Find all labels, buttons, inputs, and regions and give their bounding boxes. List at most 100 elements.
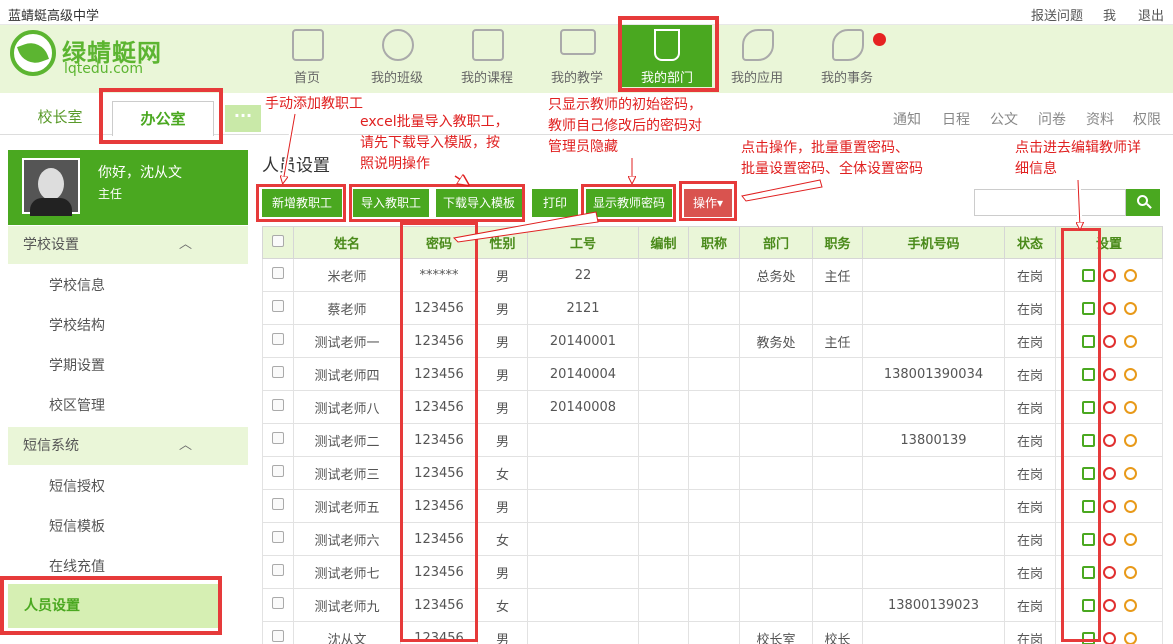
row-checkbox[interactable] [272,597,284,609]
dragonfly-logo-icon[interactable] [10,30,56,76]
row-select-cell[interactable] [262,258,294,292]
row-checkbox[interactable] [272,366,284,378]
nav-my-courses[interactable]: 我的课程 [442,25,532,87]
avatar[interactable] [22,158,80,216]
row-select-cell[interactable] [262,621,294,644]
operations-dropdown-button[interactable]: 操作▾ [684,189,732,217]
delete-icon[interactable] [1102,400,1116,414]
sidebar-item-sms-template[interactable]: 短信模板 [8,507,248,547]
delete-icon[interactable] [1102,334,1116,348]
row-checkbox[interactable] [272,564,284,576]
reset-password-icon[interactable] [1123,367,1137,381]
delete-icon[interactable] [1102,466,1116,480]
delete-icon[interactable] [1102,367,1116,381]
row-checkbox[interactable] [272,531,284,543]
delete-icon[interactable] [1102,532,1116,546]
row-select-cell[interactable] [262,357,294,391]
sidebar-item-school-info[interactable]: 学校信息 [8,266,248,306]
link-permissions[interactable]: 权限 [1133,109,1161,129]
column-header: 姓名 [293,226,401,259]
more-tabs-button[interactable]: ··· [225,105,261,132]
delete-icon[interactable] [1102,499,1116,513]
table-cell [527,522,639,556]
delete-icon[interactable] [1102,301,1116,315]
row-checkbox[interactable] [272,465,284,477]
row-checkbox[interactable] [272,399,284,411]
row-select-cell[interactable] [262,489,294,523]
nav-home[interactable]: 首页 [262,25,352,87]
sidebar-item-school-structure[interactable]: 学校结构 [8,306,248,346]
link-notice[interactable]: 通知 [893,109,921,129]
row-select-cell[interactable] [262,555,294,589]
link-materials[interactable]: 资料 [1086,109,1114,129]
reset-password-icon[interactable] [1123,565,1137,579]
show-teacher-password-button[interactable]: 显示教师密码 [586,189,672,217]
delete-icon[interactable] [1102,631,1116,644]
table-cell [527,621,639,644]
table-cell [739,489,813,523]
section-title: 短信系统 [23,438,79,454]
add-staff-button[interactable]: 新增教职工 [262,189,342,217]
row-select-cell[interactable] [262,324,294,358]
reset-password-icon[interactable] [1123,433,1137,447]
row-select-cell[interactable] [262,390,294,424]
download-template-button[interactable]: 下载导入模板 [436,189,522,217]
reset-password-icon[interactable] [1123,499,1137,513]
tab-principal-office[interactable]: 校长室 [20,100,100,136]
table-cell [527,489,639,523]
column-header: 职称 [688,226,740,259]
logout-link[interactable]: 退出 [1138,5,1164,24]
sidebar-section-school-settings[interactable]: 学校设置 ︿ [8,226,248,264]
sidebar-item-semester-settings[interactable]: 学期设置 [8,346,248,386]
me-link[interactable]: 我 [1103,5,1116,24]
row-checkbox[interactable] [272,333,284,345]
search-button[interactable] [1126,189,1160,216]
select-all-checkbox[interactable] [272,234,284,247]
reset-password-icon[interactable] [1123,400,1137,414]
row-checkbox[interactable] [272,300,284,312]
row-select-cell[interactable] [262,522,294,556]
table-cell: 沈从文 [293,621,401,644]
table-cell [688,357,740,391]
nav-my-apps[interactable]: 我的应用 [712,25,802,87]
table-row: 测试老师六 123456 女在岗 [262,522,1163,556]
row-checkbox[interactable] [272,498,284,510]
link-schedule[interactable]: 日程 [942,109,970,129]
select-all-header[interactable] [262,226,294,259]
delete-icon[interactable] [1102,565,1116,579]
row-select-cell[interactable] [262,588,294,622]
link-documents[interactable]: 公文 [990,109,1018,129]
table-cell [739,357,813,391]
table-cell: 13800139 [862,423,1005,457]
report-issue-link[interactable]: 报送问题 [1031,5,1083,24]
delete-icon[interactable] [1102,268,1116,282]
search-input[interactable] [974,189,1126,216]
row-checkbox[interactable] [272,630,284,642]
delete-icon[interactable] [1102,433,1116,447]
reset-password-icon[interactable] [1123,334,1137,348]
delete-icon[interactable] [1102,598,1116,612]
link-survey[interactable]: 问卷 [1038,109,1066,129]
reset-password-icon[interactable] [1123,301,1137,315]
sidebar-item-campus-management[interactable]: 校区管理 [8,386,248,426]
column-header: 工号 [527,226,639,259]
row-select-cell[interactable] [262,291,294,325]
table-cell [812,291,863,325]
row-checkbox[interactable] [272,267,284,279]
sidebar-item-sms-auth[interactable]: 短信授权 [8,467,248,507]
nav-my-class[interactable]: 我的班级 [352,25,442,87]
reset-password-icon[interactable] [1123,631,1137,644]
sidebar-section-sms[interactable]: 短信系统 ︿ [8,427,248,465]
row-select-cell[interactable] [262,456,294,490]
row-checkbox[interactable] [272,432,284,444]
reset-password-icon[interactable] [1123,532,1137,546]
row-select-cell[interactable] [262,423,294,457]
reset-password-icon[interactable] [1123,268,1137,282]
print-button[interactable]: 打印 [532,189,578,217]
reset-password-icon[interactable] [1123,466,1137,480]
nav-my-teaching[interactable]: 我的教学 [532,25,622,87]
table-row: 测试老师二 123456 男 13800139 在岗 [262,423,1163,457]
import-staff-button[interactable]: 导入教职工 [353,189,429,217]
reset-password-icon[interactable] [1123,598,1137,612]
table-cell [638,555,689,589]
